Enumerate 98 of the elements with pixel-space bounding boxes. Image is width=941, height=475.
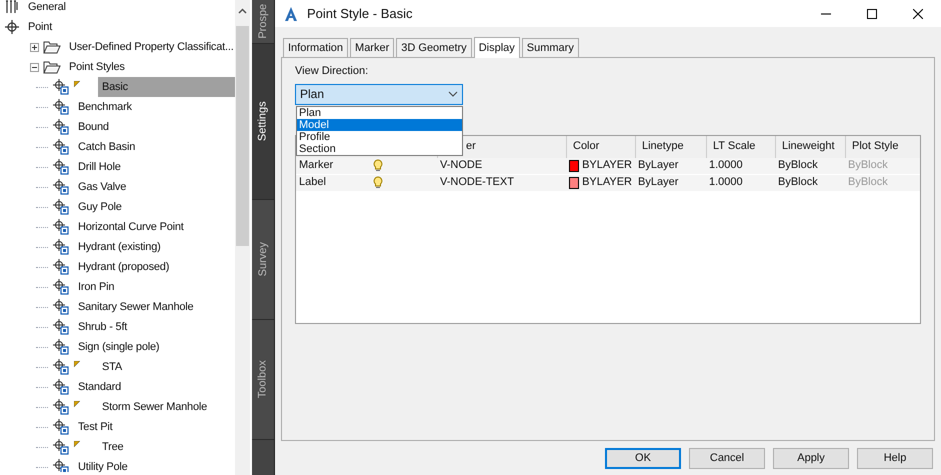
tree-item[interactable]: Tree — [98, 440, 128, 454]
style-icon — [52, 438, 70, 456]
table-cell-text: ByBlock — [847, 158, 889, 174]
color-swatch[interactable] — [569, 160, 580, 172]
table-cell-text: V-NODE — [439, 158, 484, 174]
style-icon — [52, 318, 70, 336]
tree-item[interactable]: Shrub - 5ft — [74, 320, 132, 334]
style-icon — [52, 238, 70, 256]
style-icon — [52, 258, 70, 276]
style-icon — [52, 118, 70, 136]
close-icon[interactable] — [913, 8, 923, 18]
tree-item[interactable]: Benchmark — [74, 100, 136, 114]
tree-item[interactable]: Catch Basin — [74, 140, 140, 154]
table-cell-text: ByLayer — [637, 158, 680, 174]
tree-item[interactable]: Hydrant (proposed) — [74, 260, 174, 274]
flag-icon — [74, 401, 80, 407]
field-label: View Direction: — [295, 64, 370, 79]
tree-item[interactable]: Test Pit — [74, 420, 116, 434]
table-cell-text: ByLayer — [637, 175, 680, 190]
crosshair-icon — [4, 19, 20, 35]
dialog-tab[interactable]: Marker — [350, 38, 394, 57]
table-cell-text: V-NODE-TEXT — [439, 175, 515, 190]
table-cell-text: Label — [298, 175, 327, 190]
tree-item[interactable]: Basic — [98, 77, 235, 97]
style-icon — [52, 338, 70, 356]
side-tab[interactable]: Settings — [252, 44, 274, 200]
tree-item[interactable]: Iron Pin — [74, 280, 118, 294]
dialog-button[interactable]: Help — [857, 448, 933, 469]
tree-item[interactable]: Utility Pole — [74, 460, 132, 472]
table-cell-text: BYLAYER — [582, 158, 632, 174]
style-icon — [52, 458, 70, 472]
tree-item[interactable]: User-Defined Property Classificat... — [65, 40, 235, 54]
dropdown-option[interactable]: Model — [297, 119, 462, 131]
chevron-down-icon — [448, 91, 458, 97]
tree-item[interactable]: Standard — [74, 380, 126, 394]
tree-item[interactable]: Horizontal Curve Point — [74, 220, 188, 234]
tree-item[interactable]: Guy Pole — [74, 200, 126, 214]
expand-icon[interactable] — [30, 42, 39, 52]
lightbulb-on-icon[interactable] — [373, 176, 383, 189]
style-icon — [52, 178, 70, 196]
color-swatch[interactable] — [569, 176, 580, 188]
side-tab[interactable]: Survey — [252, 200, 274, 320]
window-title: Point Style - Basic — [307, 4, 412, 23]
dialog-button[interactable]: OK — [605, 448, 681, 469]
table-cell-text: ByBlock — [777, 158, 819, 174]
folder-icon — [43, 40, 61, 54]
tree-item[interactable]: Hydrant (existing) — [74, 240, 165, 254]
style-icon — [52, 378, 70, 396]
style-icon — [52, 158, 70, 176]
dialog-tab[interactable]: Display — [474, 37, 520, 58]
lightbulb-on-icon[interactable] — [373, 159, 383, 172]
style-icon — [52, 418, 70, 436]
dialog-button[interactable]: Cancel — [689, 448, 765, 469]
table-cell-text: 1.0000 — [708, 175, 744, 190]
table-cell-text: Marker — [298, 158, 334, 174]
flag-icon — [74, 81, 80, 87]
scrollbar[interactable] — [235, 0, 250, 475]
style-icon — [52, 358, 70, 376]
style-icon — [52, 198, 70, 216]
table-cell-text: ByBlock — [777, 175, 819, 190]
tree-item[interactable]: Gas Valve — [74, 180, 130, 194]
dropdown-option[interactable]: Plan — [297, 107, 462, 119]
tree-item[interactable]: Storm Sewer Manhole — [98, 400, 212, 414]
flag-icon — [74, 441, 80, 447]
style-icon — [52, 98, 70, 116]
tree-item[interactable]: Drill Hole — [74, 160, 125, 174]
minimize-icon[interactable] — [821, 12, 831, 14]
style-icon — [52, 218, 70, 236]
style-icon — [52, 298, 70, 316]
scroll-thumb[interactable] — [236, 26, 249, 246]
style-icon — [52, 398, 70, 416]
style-icon — [52, 278, 70, 296]
maximize-icon[interactable] — [867, 8, 877, 18]
side-tab[interactable]: Prospe — [252, 0, 274, 44]
table-cell-text: BYLAYER — [582, 175, 632, 190]
folder-icon — [43, 60, 61, 74]
tree-item[interactable]: STA — [98, 360, 126, 374]
tree-item[interactable]: Point Styles — [65, 60, 129, 74]
scroll-up-icon[interactable] — [238, 8, 247, 14]
dialog-tab[interactable]: Summary — [522, 38, 579, 57]
tree-item[interactable]: Sign (single pole) — [74, 340, 164, 354]
tree-item[interactable]: General — [24, 0, 70, 14]
view-direction-dropdown[interactable]: Plan — [295, 84, 463, 104]
side-tab[interactable]: Toolbox — [252, 320, 274, 440]
tree-item[interactable]: Point — [24, 20, 56, 34]
flag-icon — [74, 361, 80, 367]
dialog-tab[interactable]: 3D Geometry — [396, 38, 472, 57]
table-cell-text: 1.0000 — [708, 158, 744, 174]
style-icon — [52, 138, 70, 156]
table-cell-text: ByBlock — [847, 175, 889, 190]
tree-item[interactable]: Bound — [74, 120, 113, 134]
style-icon — [52, 78, 70, 96]
app-logo-icon — [283, 6, 299, 22]
dialog-tab[interactable]: Information — [283, 38, 348, 57]
collapse-icon[interactable] — [30, 62, 39, 72]
tree-item[interactable]: Sanitary Sewer Manhole — [74, 300, 198, 314]
tools-icon — [4, 0, 20, 15]
dialog-button[interactable]: Apply — [773, 448, 849, 469]
